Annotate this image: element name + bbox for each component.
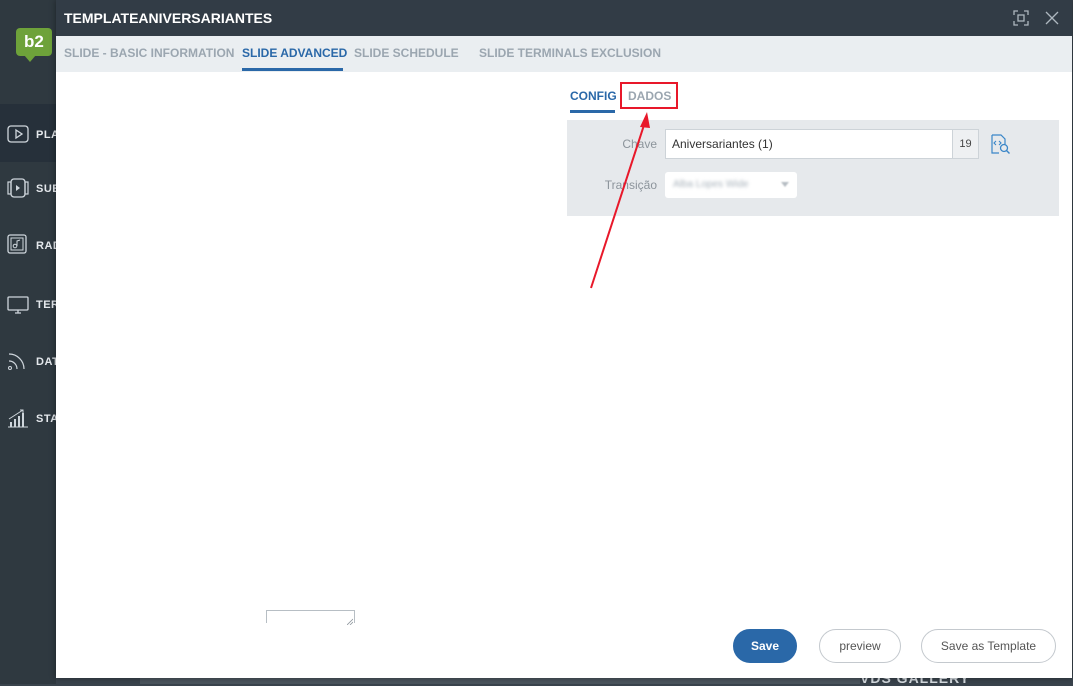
resizable-textarea[interactable] <box>266 610 355 626</box>
code-search-icon[interactable] <box>989 133 1011 155</box>
slide-editor-modal: TEMPLATEANIVERSARIANTES SLIDE - BASIC IN… <box>56 0 1072 678</box>
sidebar-item-data-sources[interactable]: DATA SOURCES <box>0 336 56 394</box>
chave-label: Chave <box>622 137 657 151</box>
sidebar-item-statistics[interactable]: STATISTICS <box>0 394 56 452</box>
app-sidebar: b2 PLAYLISTS SUBSCRIPTIONS RADIO TERMINA… <box>0 0 56 684</box>
annotation-highlight-box <box>620 82 678 109</box>
subtab-config[interactable]: CONFIG <box>570 89 617 103</box>
chevron-down-icon <box>781 182 789 187</box>
logo-tail <box>24 55 36 62</box>
active-subtab-indicator <box>570 110 615 113</box>
sidebar-item-subscriptions[interactable]: SUBSCRIPTIONS <box>0 162 56 220</box>
tab-slide-schedule[interactable]: SLIDE SCHEDULE <box>354 46 459 60</box>
config-panel: Chave Aniversariantes (1) 19 Transição A… <box>567 120 1059 216</box>
modal-title: TEMPLATEANIVERSARIANTES <box>64 10 273 26</box>
close-icon[interactable] <box>1042 8 1062 28</box>
tab-slide-basic-information[interactable]: SLIDE - BASIC INFORMATION <box>64 46 234 60</box>
sidebar-label: PLAYLISTS <box>36 129 56 141</box>
play-icon <box>7 124 29 144</box>
tab-slide-advanced[interactable]: SLIDE ADVANCED <box>242 46 347 60</box>
sidebar-label: STATISTICS <box>36 413 56 425</box>
preview-button[interactable]: preview <box>819 629 901 663</box>
transicao-select[interactable]: Alba Lopes Wide <box>665 172 797 198</box>
media-icon <box>7 178 29 198</box>
maximize-icon[interactable] <box>1011 8 1031 28</box>
sidebar-label: DATA SOURCES <box>36 356 56 368</box>
chave-count: 19 <box>953 129 979 159</box>
resize-handle-icon[interactable] <box>346 612 354 626</box>
sidebar-label: SUBSCRIPTIONS <box>36 183 56 195</box>
feed-icon <box>7 351 29 371</box>
tab-slide-terminals-exclusion[interactable]: SLIDE TERMINALS EXCLUSION <box>479 46 661 60</box>
sidebar-item-playlists[interactable]: PLAYLISTS <box>0 104 56 162</box>
sidebar-label: RADIO <box>36 240 56 252</box>
app-logo: b2 <box>16 28 52 56</box>
transicao-value: Alba Lopes Wide <box>673 179 749 190</box>
sidebar-item-terminals[interactable]: TERMINALS <box>0 278 56 336</box>
modal-tabs: SLIDE - BASIC INFORMATION SLIDE ADVANCED… <box>56 36 1072 72</box>
music-icon <box>7 234 29 254</box>
modal-header: TEMPLATEANIVERSARIANTES <box>56 0 1072 36</box>
save-button[interactable]: Save <box>733 629 797 663</box>
active-tab-indicator <box>242 68 343 71</box>
transicao-label: Transição <box>604 178 657 192</box>
save-as-template-button[interactable]: Save as Template <box>921 629 1056 663</box>
monitor-icon <box>7 295 29 315</box>
sidebar-item-radio[interactable]: RADIO <box>0 220 56 278</box>
chart-icon <box>7 408 29 428</box>
sidebar-label: TERMINALS <box>36 299 56 311</box>
chave-input[interactable]: Aniversariantes (1) <box>665 129 953 159</box>
